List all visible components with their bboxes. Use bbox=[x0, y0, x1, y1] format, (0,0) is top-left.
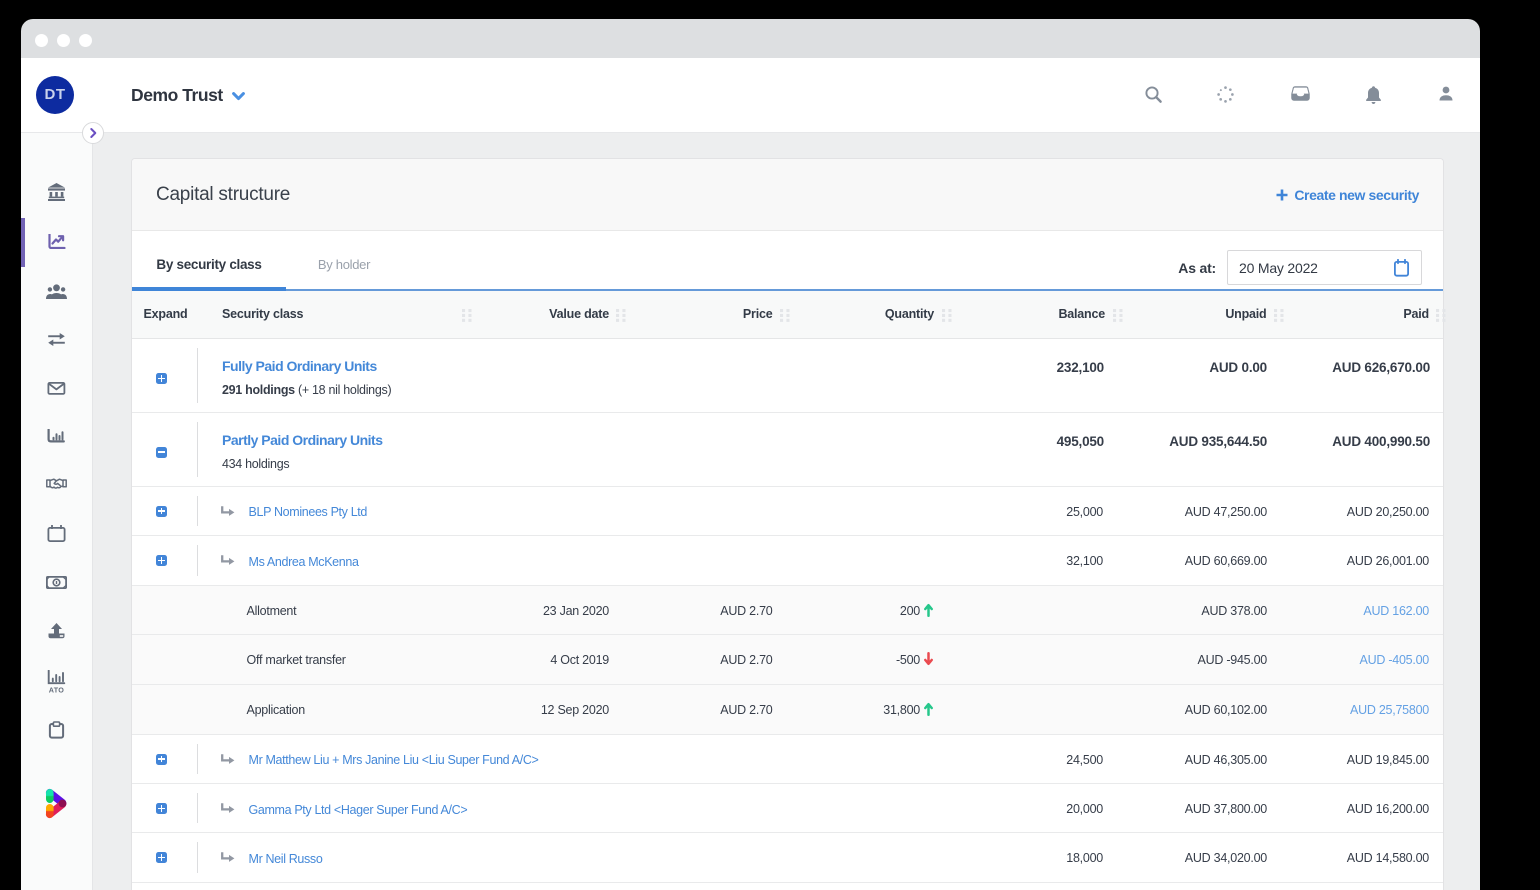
svg-text:ATO: ATO bbox=[49, 685, 65, 694]
